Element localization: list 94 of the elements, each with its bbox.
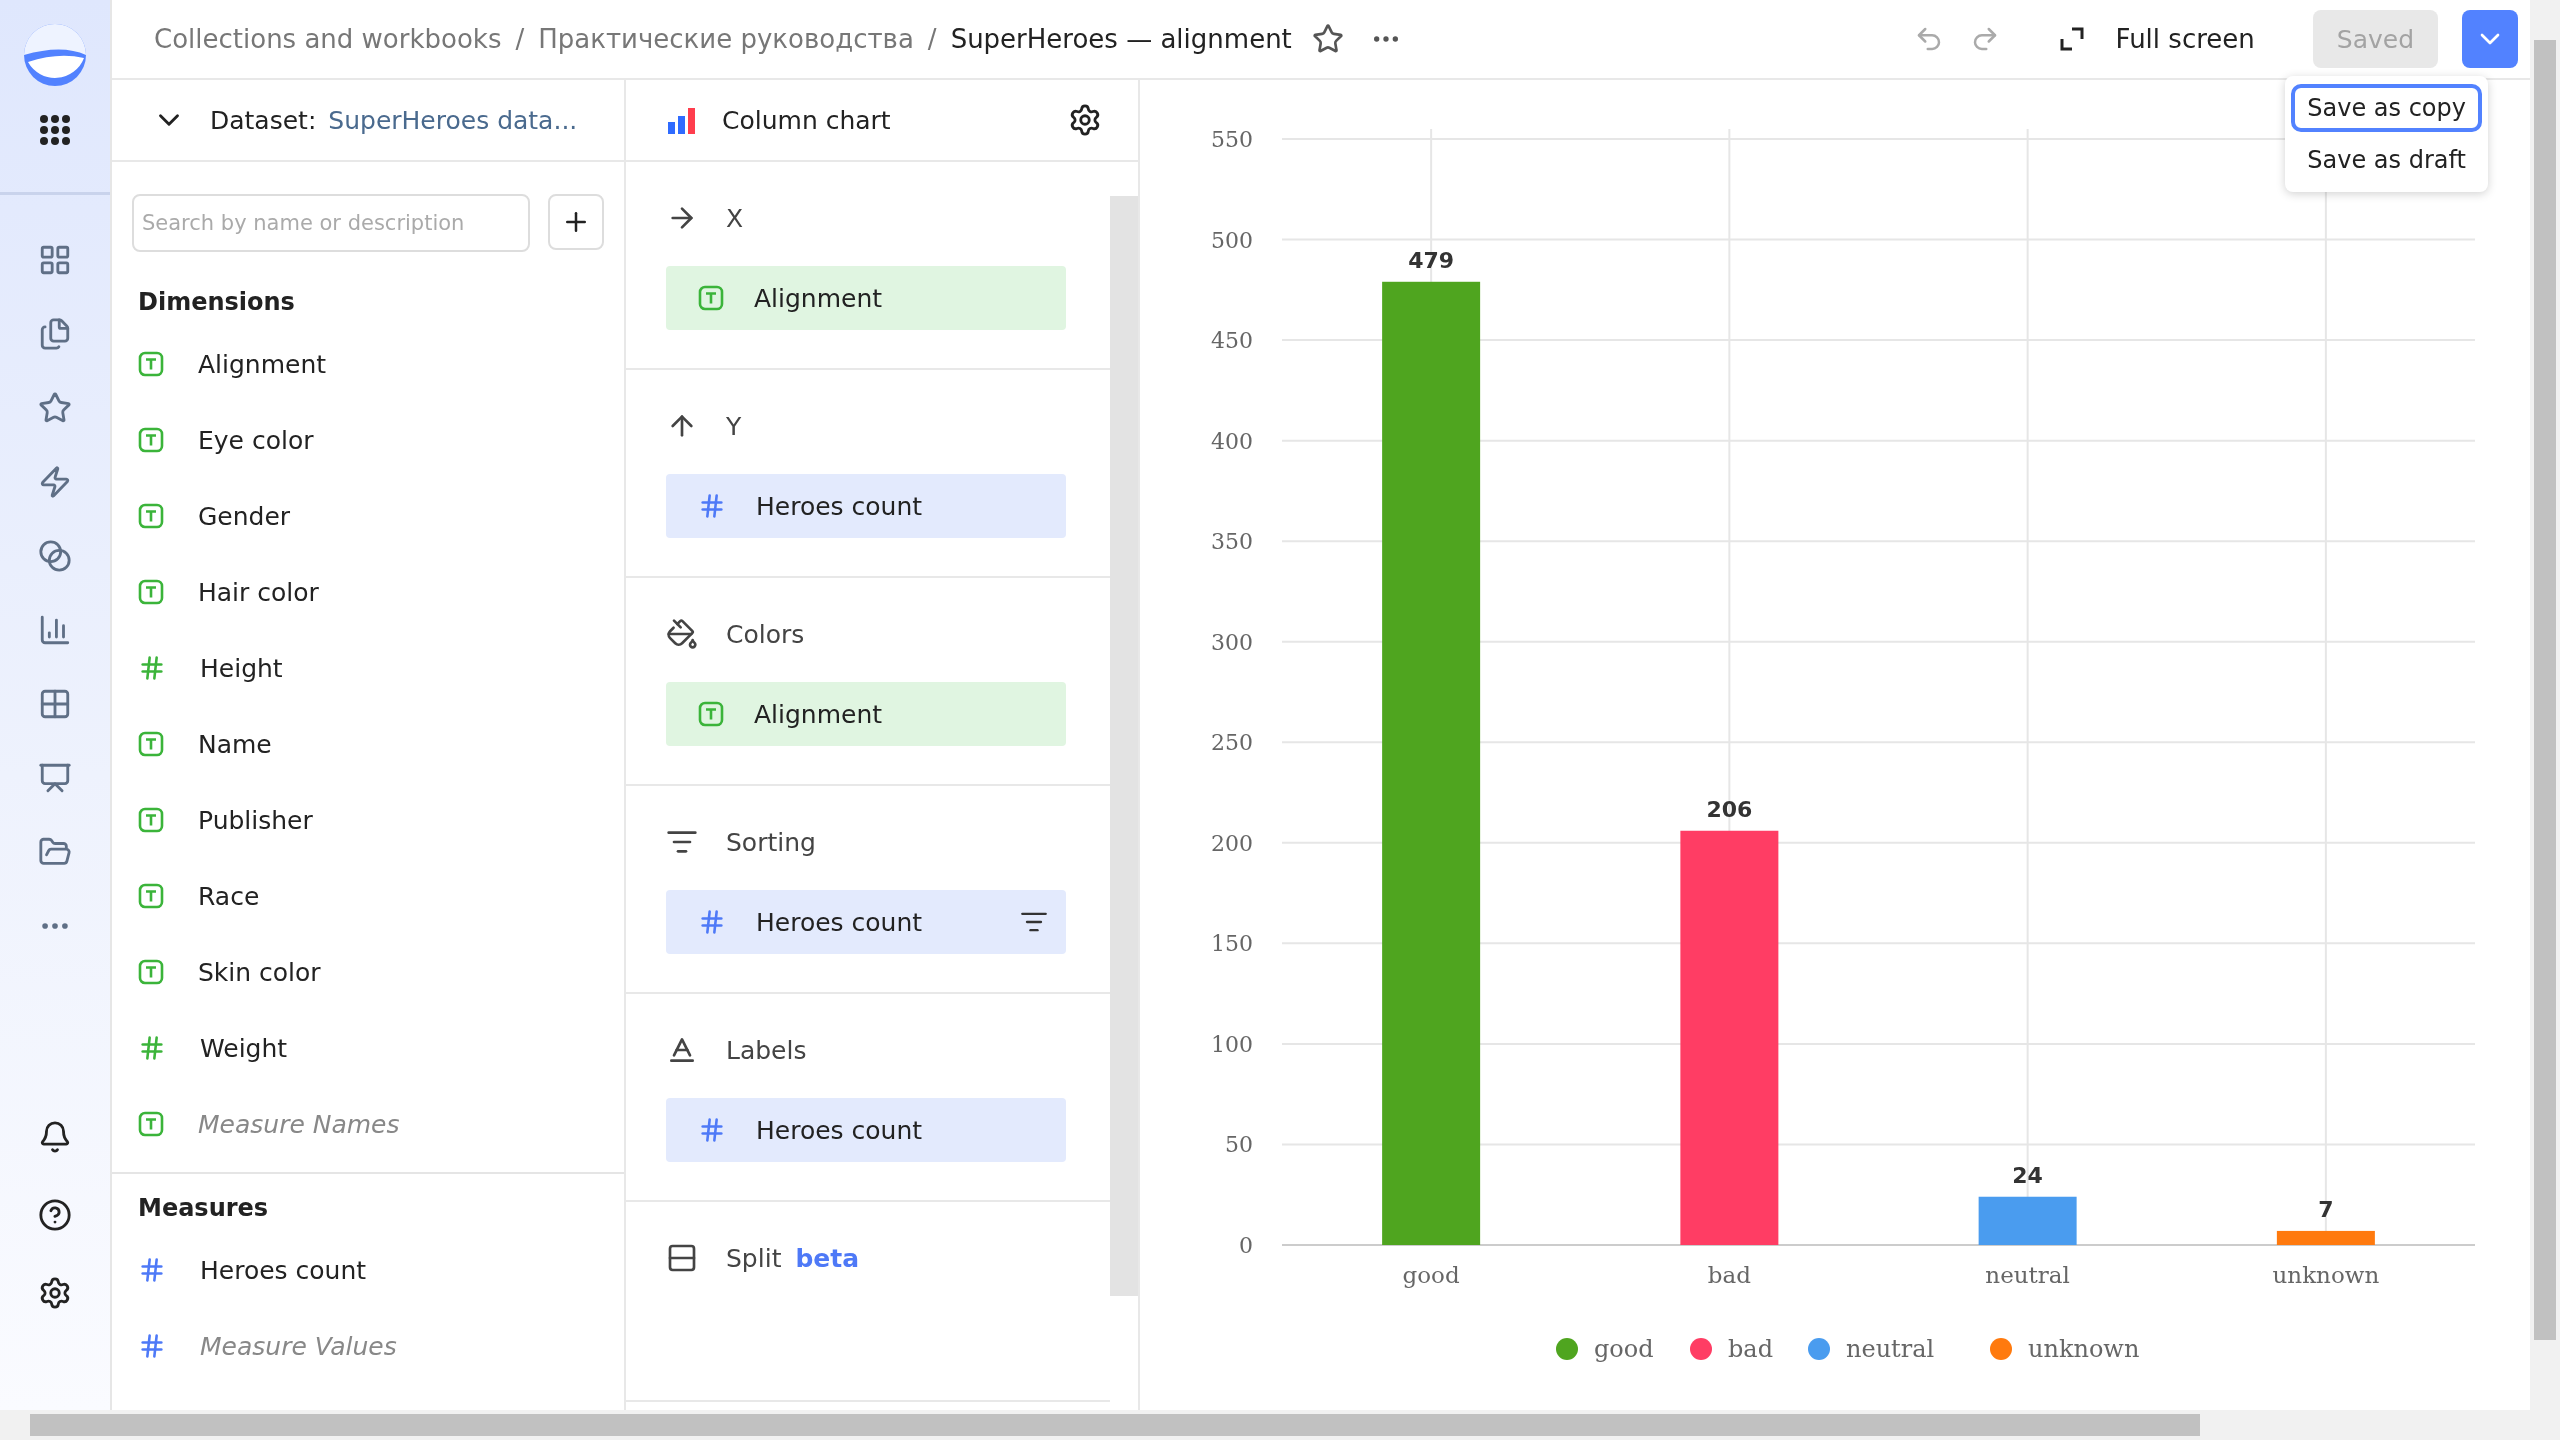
legend-label: neutral [1846, 1335, 1935, 1363]
lightning-icon[interactable] [38, 465, 72, 499]
x-axis-category-label: good [1402, 1262, 1460, 1288]
field-name[interactable]: Publisher [198, 805, 313, 835]
field-chip[interactable]: Alignment [666, 682, 1066, 746]
data-label: 479 [1408, 247, 1455, 273]
bar-chart-icon[interactable] [38, 613, 72, 647]
add-field-button[interactable] [548, 194, 604, 250]
number-type-icon [698, 1116, 726, 1144]
data-label: 7 [2318, 1196, 2334, 1222]
help-icon[interactable] [38, 1198, 72, 1232]
circles-icon[interactable] [38, 539, 72, 573]
beta-label: beta [795, 1243, 860, 1273]
dataset-label: Dataset: [210, 105, 317, 135]
field-name[interactable]: Heroes count [200, 1255, 367, 1285]
field-name[interactable]: Name [198, 729, 272, 759]
x-axis-category-label: unknown [2272, 1262, 2380, 1288]
legend-label: good [1594, 1335, 1654, 1363]
legend-item[interactable]: neutral [1808, 1335, 1935, 1363]
monitor-icon[interactable] [38, 761, 72, 795]
field-chip[interactable]: Heroes count [666, 474, 1066, 538]
section-title: Split [726, 1243, 782, 1273]
y-axis-tick-label: 350 [1211, 529, 1253, 555]
field-name[interactable]: Skin color [198, 957, 321, 987]
apps-grid-icon[interactable] [39, 114, 71, 146]
bell-icon[interactable] [38, 1120, 72, 1154]
star-icon[interactable] [38, 391, 72, 425]
breadcrumb-separator: / [515, 24, 525, 54]
settings-icon[interactable] [1068, 103, 1102, 137]
y-axis-tick-label: 150 [1211, 931, 1253, 957]
dashboard-grid-icon[interactable] [38, 243, 72, 277]
text-type-icon [698, 701, 724, 727]
field-name[interactable]: Measure Names [198, 1109, 400, 1139]
split-icon [666, 1242, 698, 1274]
field-name[interactable]: Alignment [198, 349, 327, 379]
data-label: 24 [2012, 1162, 2043, 1188]
breadcrumb-separator: / [927, 24, 937, 54]
y-axis-tick-label: 300 [1211, 629, 1253, 655]
data-label: 206 [1706, 796, 1753, 822]
x-axis-category-label: bad [1707, 1262, 1751, 1288]
y-axis-tick-label: 500 [1211, 227, 1253, 253]
y-axis-tick-label: 0 [1239, 1233, 1253, 1258]
y-axis-tick-label: 450 [1211, 328, 1253, 354]
column-chart-icon [666, 106, 698, 134]
panel-scrollbar[interactable] [1110, 196, 1138, 1296]
full-screen-button[interactable]: Full screen [2039, 24, 2273, 54]
number-type-icon [698, 492, 726, 520]
search-field[interactable]: Search by name or description [132, 194, 530, 252]
y-axis-tick-label: 100 [1211, 1031, 1253, 1057]
breadcrumb: SuperHeroes — alignment [950, 24, 1292, 54]
legend-item[interactable]: good [1556, 1335, 1654, 1363]
dataset-name-link[interactable]: SuperHeroes data... [328, 105, 578, 135]
y-axis-tick-label: 50 [1225, 1132, 1253, 1158]
field-name[interactable]: Weight [200, 1033, 288, 1063]
field-chip[interactable]: Heroes count [666, 1098, 1066, 1162]
legend-item[interactable]: bad [1690, 1335, 1774, 1363]
section-title: Sorting [726, 827, 816, 857]
field-chip[interactable]: Alignment [666, 266, 1066, 330]
paint-bucket-icon [666, 618, 698, 650]
settings-icon[interactable] [38, 1276, 72, 1310]
save-options-button[interactable] [2462, 10, 2518, 68]
y-axis-tick-label: 200 [1211, 830, 1253, 856]
section-title: Colors [726, 619, 805, 649]
field-name[interactable]: Gender [198, 501, 291, 531]
legend-label: unknown [2028, 1335, 2140, 1363]
section-title: Dimensions [137, 287, 296, 318]
legend-item[interactable]: unknown [1990, 1335, 2140, 1363]
table-icon[interactable] [38, 687, 72, 721]
y-axis-tick-label: 250 [1211, 730, 1253, 756]
x-axis-category-label: neutral [1985, 1262, 2070, 1288]
chart-type-label[interactable]: Column chart [722, 105, 1044, 135]
section-title: Labels [726, 1035, 807, 1065]
field-name[interactable]: Measure Values [200, 1331, 397, 1361]
field-chip[interactable]: Heroes count [666, 890, 1066, 954]
field-name[interactable]: Hair color [198, 577, 319, 607]
field-name[interactable]: Eye color [198, 425, 314, 455]
section-title: X [726, 203, 744, 233]
breadcrumb[interactable]: Практические руководства [538, 24, 914, 54]
y-axis-tick-label: 550 [1211, 127, 1253, 152]
legend-label: bad [1728, 1335, 1774, 1363]
field-name[interactable]: Race [198, 881, 260, 911]
section-title: Y [726, 411, 742, 441]
text-type-icon [698, 285, 724, 311]
vertical-scrollbar[interactable] [2530, 0, 2560, 1410]
menu-item[interactable]: Save as copy [2291, 84, 2482, 132]
star-icon[interactable] [1311, 23, 1344, 55]
files-icon[interactable] [38, 317, 72, 351]
field-name[interactable]: Height [200, 653, 283, 683]
horizontal-scrollbar[interactable] [0, 1410, 2560, 1440]
logo-icon[interactable] [22, 22, 88, 88]
y-axis-tick-label: 400 [1211, 428, 1253, 454]
breadcrumb[interactable]: Collections and workbooks [154, 24, 502, 54]
number-type-icon [698, 908, 726, 936]
section-title: Measures [137, 1193, 270, 1224]
